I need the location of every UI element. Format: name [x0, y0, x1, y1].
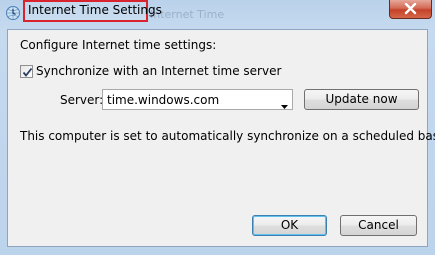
window-title: Internet Time Settings — [28, 3, 162, 17]
dialog-content: Configure Internet time settings: Synchr… — [7, 29, 435, 247]
internet-time-settings-dialog: Internet Time Internet Time Settings Con… — [0, 0, 435, 255]
update-now-button[interactable]: Update now — [304, 89, 419, 110]
chevron-down-icon[interactable] — [281, 98, 288, 112]
cancel-button[interactable]: Cancel — [340, 215, 417, 236]
close-button[interactable] — [389, 0, 432, 19]
title-bar[interactable]: Internet Time Internet Time Settings — [0, 0, 435, 29]
server-value[interactable]: time.windows.com — [107, 93, 219, 107]
server-label: Server: — [60, 93, 104, 107]
sync-info-text: This computer is set to automatically sy… — [20, 129, 435, 143]
clock-globe-icon — [5, 5, 21, 21]
sync-checkbox[interactable] — [20, 65, 33, 78]
server-combobox[interactable]: time.windows.com — [102, 89, 293, 110]
sync-checkbox-label[interactable]: Synchronize with an Internet time server — [36, 64, 281, 78]
ok-button[interactable]: OK — [252, 215, 327, 236]
checkmark-icon — [22, 67, 33, 77]
dialog-heading: Configure Internet time settings: — [20, 38, 217, 52]
